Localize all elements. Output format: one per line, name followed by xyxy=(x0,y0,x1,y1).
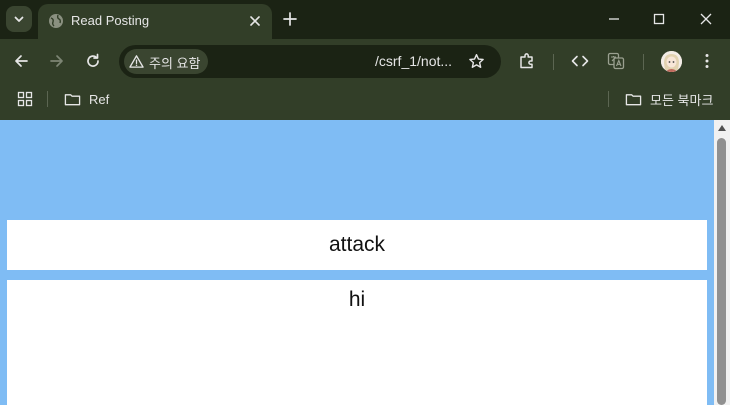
post-body: hi xyxy=(7,280,707,405)
all-bookmarks-label: 모든 북마크 xyxy=(650,92,714,108)
folder-icon xyxy=(625,93,642,105)
security-chip[interactable]: 주의 요함 xyxy=(124,49,208,74)
tab-strip: Read Posting xyxy=(0,0,730,39)
chevron-down-icon xyxy=(14,16,24,22)
scroll-up-arrow-icon[interactable] xyxy=(718,125,726,131)
tab-title: Read Posting xyxy=(71,13,150,28)
window-close-icon[interactable] xyxy=(698,11,714,27)
browser-toolbar: 주의 요함 /csrf_1/not... xyxy=(0,39,730,84)
more-menu-icon[interactable] xyxy=(698,52,716,70)
forward-icon[interactable] xyxy=(48,52,66,70)
tab-search-button[interactable] xyxy=(6,6,32,32)
all-bookmarks-button[interactable]: 모든 북마크 xyxy=(625,87,713,111)
maximize-icon[interactable] xyxy=(651,11,667,27)
profile-avatar[interactable] xyxy=(661,51,682,72)
url-text[interactable]: /csrf_1/not... xyxy=(375,53,452,69)
address-bar[interactable]: 주의 요함 /csrf_1/not... xyxy=(119,45,501,78)
folder-icon xyxy=(64,93,81,105)
vertical-scrollbar[interactable] xyxy=(714,120,730,405)
page-viewport: attack hi xyxy=(0,120,714,405)
reload-icon[interactable] xyxy=(84,52,102,70)
back-icon[interactable] xyxy=(12,52,30,70)
browser-tab-active[interactable]: Read Posting xyxy=(38,4,272,39)
new-tab-icon[interactable] xyxy=(282,11,298,27)
warning-icon xyxy=(129,55,144,68)
toolbar-divider xyxy=(643,54,644,70)
globe-icon xyxy=(49,14,63,28)
extensions-icon[interactable] xyxy=(518,52,536,70)
bookmark-folder-ref[interactable]: Ref xyxy=(64,87,109,111)
translate-icon[interactable] xyxy=(607,52,625,70)
avatar-image xyxy=(661,51,682,72)
security-label: 주의 요함 xyxy=(149,56,201,71)
apps-grid-icon[interactable] xyxy=(17,91,33,107)
toolbar-divider xyxy=(553,54,554,70)
bookmark-star-icon[interactable] xyxy=(468,53,485,70)
post-title: attack xyxy=(7,220,707,270)
bookmarks-divider xyxy=(608,91,609,107)
minimize-icon[interactable] xyxy=(606,11,622,27)
scrollbar-thumb[interactable] xyxy=(717,138,726,405)
bookmarks-divider xyxy=(47,91,48,107)
bookmarks-bar: Ref 모든 북마크 xyxy=(0,84,730,120)
bookmark-folder-label: Ref xyxy=(89,91,110,107)
close-icon[interactable] xyxy=(247,13,263,29)
code-icon[interactable] xyxy=(571,52,589,70)
